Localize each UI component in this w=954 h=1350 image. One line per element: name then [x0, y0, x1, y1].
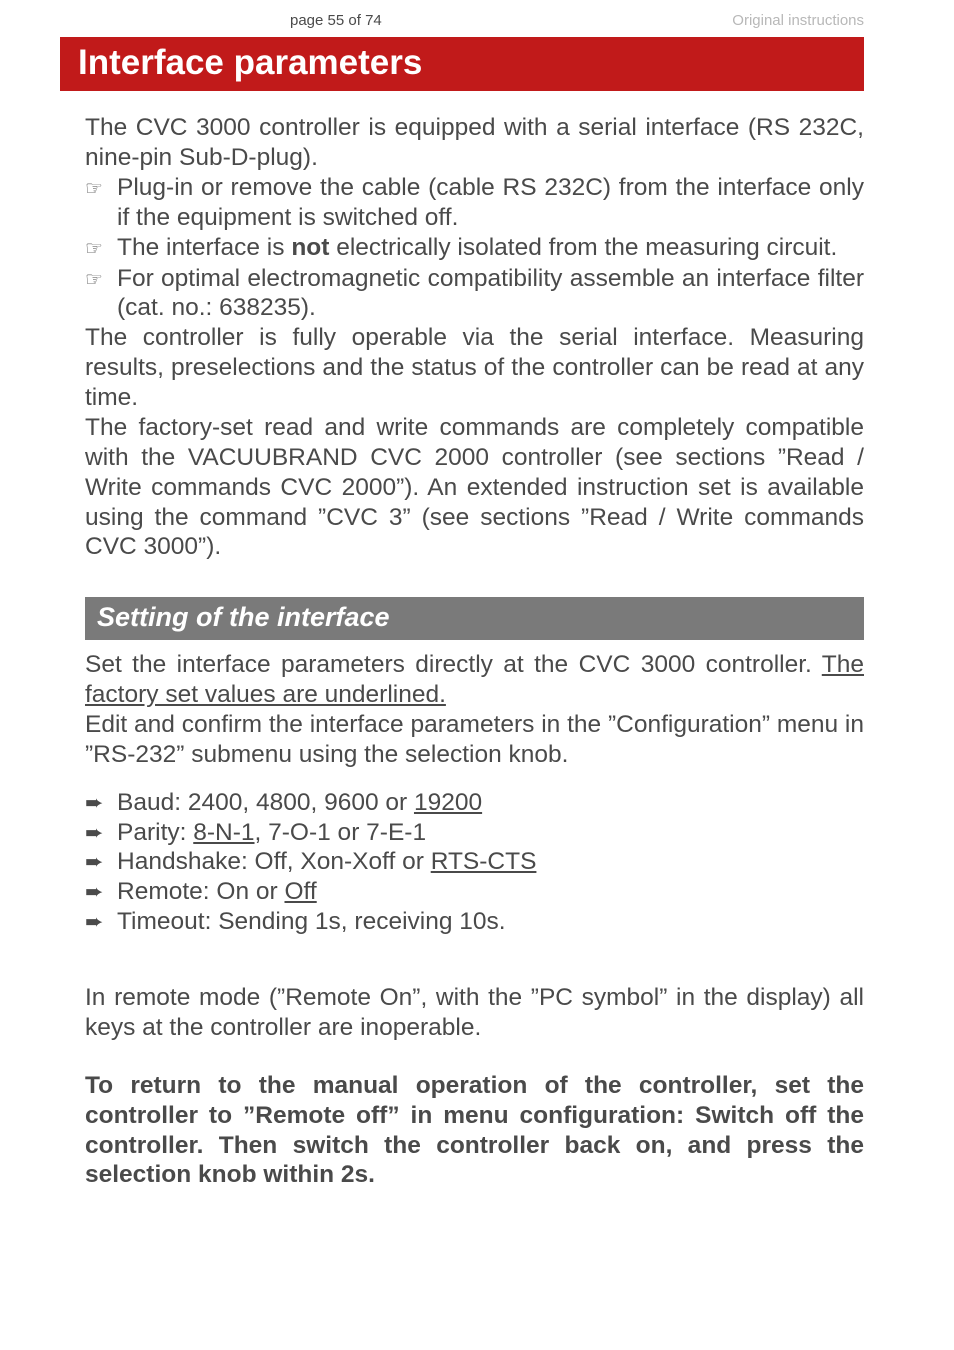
text-fragment: , 7-O-1 or 7-E-1 — [255, 819, 427, 846]
subsection-title: Setting of the interface — [85, 597, 864, 640]
note-item: ☞ The interface is not electrically isol… — [85, 233, 864, 264]
hand-pointer-icon: ☞ — [85, 264, 117, 295]
underlined-text: 8-N-1 — [193, 819, 254, 846]
list-text: Parity: 8-N-1, 7-O-1 or 7-E-1 — [117, 818, 864, 848]
bold-paragraph: To return to the manual operation of the… — [85, 1071, 864, 1191]
bold-text: not — [291, 234, 329, 261]
intro-paragraph: The CVC 3000 controller is equipped with… — [85, 113, 864, 173]
arrow-icon: ➨ — [85, 818, 117, 848]
underlined-text: Off — [284, 878, 316, 905]
list-item: ➨ Parity: 8-N-1, 7-O-1 or 7-E-1 — [85, 818, 864, 848]
body-paragraph: The controller is fully operable via the… — [85, 323, 864, 413]
text-fragment: electrically isolated from the measuring… — [329, 234, 837, 261]
note-text: The interface is not electrically isolat… — [117, 233, 864, 263]
underlined-text: RTS-CTS — [431, 848, 537, 875]
list-text: Baud: 2400, 4800, 9600 or 19200 — [117, 788, 864, 818]
body-paragraph: In remote mode (”Remote On”, with the ”P… — [85, 983, 864, 1043]
note-item: ☞ Plug-in or remove the cable (cable RS … — [85, 173, 864, 233]
list-text: Handshake: Off, Xon-Xoff or RTS-CTS — [117, 847, 864, 877]
section-title: Interface parameters — [60, 37, 864, 91]
body-paragraph: Edit and confirm the interface parameter… — [85, 710, 864, 770]
hand-pointer-icon: ☞ — [85, 173, 117, 204]
arrow-icon: ➨ — [85, 877, 117, 907]
underlined-text: 19200 — [414, 789, 482, 816]
arrow-icon: ➨ — [85, 847, 117, 877]
text-fragment: Handshake: Off, Xon-Xoff or — [117, 848, 431, 875]
body-paragraph: Set the interface parameters directly at… — [85, 650, 864, 710]
list-item: ➨ Timeout: Sending 1s, receiving 10s. — [85, 907, 864, 937]
list-item: ➨ Handshake: Off, Xon-Xoff or RTS-CTS — [85, 847, 864, 877]
note-text: For optimal electromagnetic compatibilit… — [117, 264, 864, 324]
arrow-icon: ➨ — [85, 907, 117, 937]
page-header: page 55 of 74 Original instructions — [0, 0, 954, 33]
text-fragment: Baud: 2400, 4800, 9600 or — [117, 789, 414, 816]
list-item: ➨ Remote: On or Off — [85, 877, 864, 907]
text-fragment: Parity: — [117, 819, 193, 846]
doc-type-label: Original instructions — [732, 12, 864, 29]
text-fragment: Set the interface parameters directly at… — [85, 651, 822, 678]
list-text: Remote: On or Off — [117, 877, 864, 907]
list-item: ➨ Baud: 2400, 4800, 9600 or 19200 — [85, 788, 864, 818]
text-fragment: Remote: On or — [117, 878, 284, 905]
note-item: ☞ For optimal electromagnetic compatibil… — [85, 264, 864, 324]
arrow-icon: ➨ — [85, 788, 117, 818]
text-fragment: The interface is — [117, 234, 291, 261]
body-paragraph: The factory-set read and write commands … — [85, 413, 864, 562]
bold-text: To return to the manual operation of the… — [85, 1072, 864, 1189]
list-text: Timeout: Sending 1s, receiving 10s. — [117, 907, 864, 937]
note-text: Plug-in or remove the cable (cable RS 23… — [117, 173, 864, 233]
main-content: The CVC 3000 controller is equipped with… — [0, 91, 954, 1190]
page-indicator: page 55 of 74 — [290, 12, 382, 29]
hand-pointer-icon: ☞ — [85, 233, 117, 264]
